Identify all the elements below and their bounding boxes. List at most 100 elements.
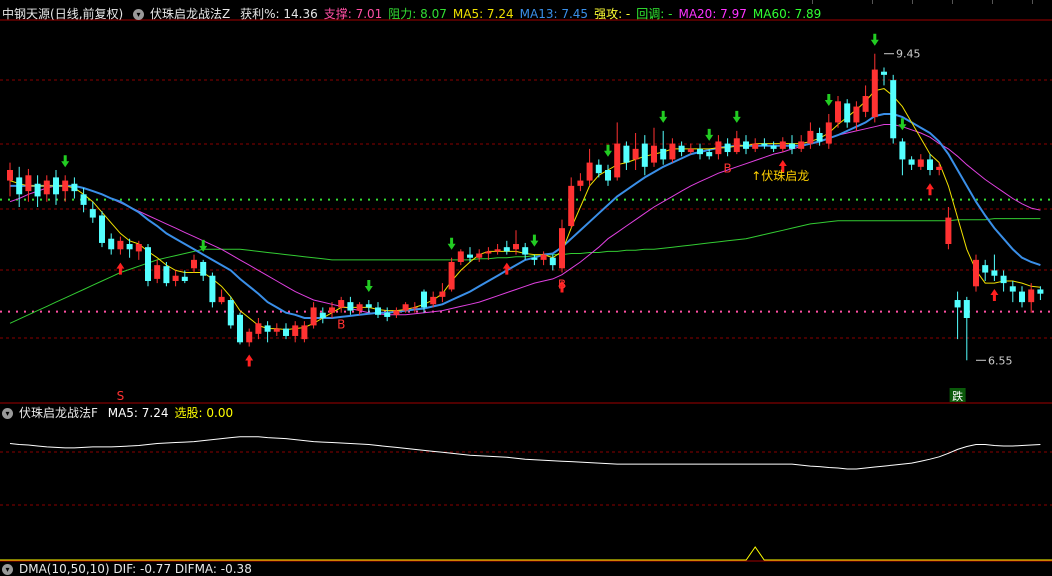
candle-body[interactable]	[283, 328, 289, 336]
candle-body[interactable]	[476, 253, 483, 258]
candle-body[interactable]	[172, 275, 179, 281]
candle-body[interactable]	[347, 302, 354, 311]
candle-body[interactable]	[255, 323, 262, 334]
candle-body[interactable]	[835, 101, 841, 123]
candle-body[interactable]	[154, 265, 161, 279]
candle-body[interactable]	[117, 240, 124, 250]
candle-body[interactable]	[871, 69, 878, 118]
sub-indicator-name[interactable]: 伏珠启龙战法F	[19, 406, 98, 420]
candle-body[interactable]	[126, 244, 133, 250]
sub-indicator-dropdown-icon[interactable]: ▾	[2, 408, 13, 419]
candle-body[interactable]	[651, 145, 657, 163]
candle-body[interactable]	[825, 122, 832, 144]
candle-body[interactable]	[430, 296, 437, 305]
candle-body[interactable]	[43, 180, 50, 195]
candle-body[interactable]	[62, 180, 69, 192]
candle-body[interactable]	[715, 141, 722, 155]
candle-body[interactable]	[292, 325, 299, 336]
candle-body[interactable]	[301, 325, 308, 340]
candle-body[interactable]	[706, 152, 713, 157]
candle-body[interactable]	[881, 71, 887, 75]
bottom-indicator-text[interactable]: DMA(10,50,10) DIF: -0.77 DIFMA: -0.38	[19, 562, 252, 576]
candle-body[interactable]	[218, 296, 225, 303]
candle-body[interactable]	[375, 307, 381, 315]
candle-body[interactable]	[761, 143, 768, 146]
candle-body[interactable]	[1037, 289, 1044, 294]
candle-body[interactable]	[264, 325, 271, 332]
candle-body[interactable]	[899, 141, 906, 160]
candle-body[interactable]	[540, 254, 547, 260]
candle-body[interactable]	[963, 300, 970, 318]
candle-body[interactable]	[108, 238, 115, 250]
candle-body[interactable]	[310, 307, 317, 326]
candle-body[interactable]	[982, 265, 989, 273]
candle-body[interactable]	[789, 143, 795, 149]
candle-body[interactable]	[89, 209, 96, 218]
candle-body[interactable]	[338, 300, 345, 308]
candle-body[interactable]	[25, 175, 32, 192]
candle-body[interactable]	[365, 304, 372, 308]
candle-body[interactable]	[908, 159, 915, 165]
candle-body[interactable]	[991, 270, 998, 276]
candle-body[interactable]	[16, 177, 23, 195]
candle-body[interactable]	[586, 162, 593, 181]
candle-body[interactable]	[1000, 275, 1007, 284]
candle-body[interactable]	[724, 143, 731, 153]
candle-body[interactable]	[145, 247, 151, 281]
indicator-dropdown-icon[interactable]: ▾	[133, 9, 145, 20]
main-price-chart[interactable]: B B B S 跌 ↑伏珠启龙 9.45 6.55	[0, 0, 1052, 572]
candle-body[interactable]	[669, 143, 676, 160]
candle-body[interactable]	[273, 328, 280, 332]
candle-body[interactable]	[494, 249, 501, 252]
candle-body[interactable]	[853, 106, 860, 123]
candle-body[interactable]	[448, 261, 455, 290]
candle-body[interactable]	[53, 177, 59, 195]
candle-body[interactable]	[660, 148, 667, 160]
candle-body[interactable]	[752, 143, 759, 149]
candle-body[interactable]	[402, 304, 409, 311]
candle-body[interactable]	[531, 257, 538, 260]
candle-body[interactable]	[577, 180, 584, 186]
candle-body[interactable]	[457, 251, 464, 262]
candle-body[interactable]	[743, 141, 749, 149]
candle-body[interactable]	[890, 80, 897, 139]
candle-body[interactable]	[209, 275, 216, 303]
candle-body[interactable]	[411, 307, 418, 309]
candle-body[interactable]	[779, 141, 786, 149]
candle-body[interactable]	[595, 164, 602, 174]
candle-body[interactable]	[770, 145, 777, 149]
candle-body[interactable]	[807, 130, 814, 144]
candle-body[interactable]	[485, 251, 492, 254]
candle-body[interactable]	[237, 314, 243, 343]
candle-body[interactable]	[798, 141, 805, 149]
candle-body[interactable]	[844, 103, 851, 123]
candle-body[interactable]	[973, 259, 979, 287]
candle-body[interactable]	[71, 183, 78, 192]
candle-body[interactable]	[99, 215, 105, 243]
candle-body[interactable]	[927, 159, 933, 170]
candle-body[interactable]	[393, 310, 400, 315]
candle-body[interactable]	[678, 145, 685, 153]
candle-body[interactable]	[559, 228, 565, 269]
candle-body[interactable]	[356, 304, 363, 311]
candle-body[interactable]	[549, 257, 556, 266]
candle-body[interactable]	[605, 170, 611, 181]
candle-body[interactable]	[1009, 286, 1016, 292]
bottom-indicator-dropdown-icon[interactable]: ▾	[2, 564, 13, 575]
candle-body[interactable]	[632, 148, 639, 160]
candle-body[interactable]	[439, 291, 446, 297]
indicator-name[interactable]: 伏珠启龙战法Z	[150, 7, 230, 21]
candle-body[interactable]	[7, 170, 13, 181]
candle-body[interactable]	[917, 159, 924, 167]
candle-body[interactable]	[733, 138, 740, 153]
candle-body[interactable]	[641, 143, 648, 167]
candle-body[interactable]	[163, 266, 170, 284]
candle-body[interactable]	[421, 291, 427, 308]
candle-body[interactable]	[200, 261, 207, 276]
candle-body[interactable]	[697, 148, 703, 155]
candle-body[interactable]	[568, 185, 575, 227]
candle-body[interactable]	[135, 244, 142, 252]
candle-body[interactable]	[34, 183, 41, 197]
candle-body[interactable]	[1028, 289, 1035, 303]
candle-body[interactable]	[513, 244, 519, 250]
